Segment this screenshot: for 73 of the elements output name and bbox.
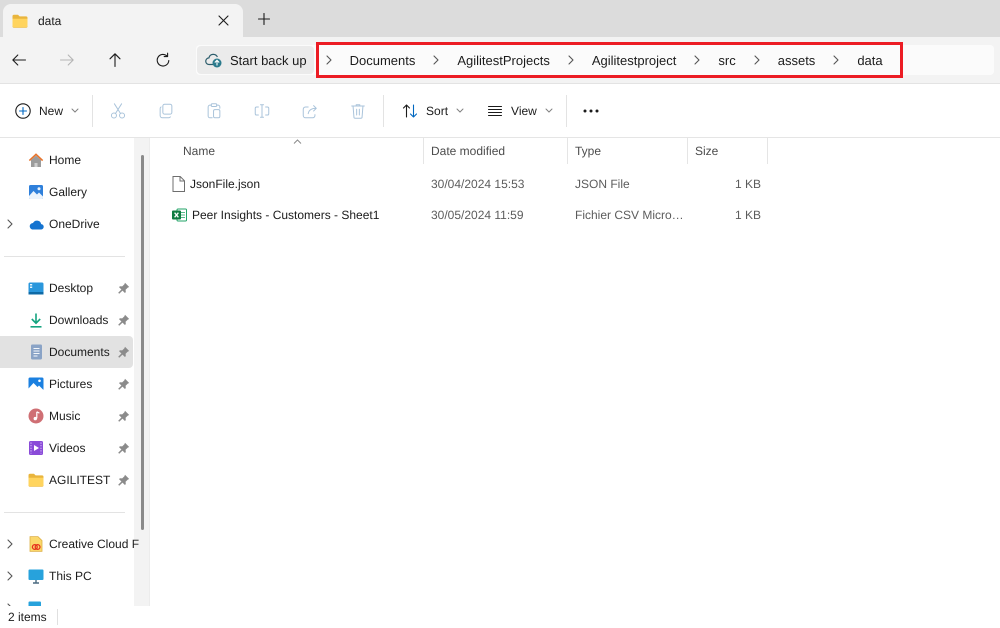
back-arrow-icon xyxy=(11,52,27,68)
chevron-icon xyxy=(568,55,574,65)
sidebar-item[interactable]: Documents xyxy=(0,336,133,368)
image-icon xyxy=(28,184,44,200)
file-size: 1 KB xyxy=(734,176,761,190)
plus-circle-icon xyxy=(15,102,31,118)
plus-icon xyxy=(258,12,270,24)
file-type: Fichier CSV Micro… xyxy=(575,208,684,222)
file-icon xyxy=(172,176,185,192)
ellipsis-icon xyxy=(582,108,599,112)
sidebar-item[interactable]: This PC xyxy=(0,560,133,592)
desktop-icon xyxy=(28,282,44,294)
backup-button[interactable]: Start back up xyxy=(197,46,314,74)
cloud-icon xyxy=(28,218,44,230)
view-button[interactable]: View xyxy=(479,94,561,126)
home-icon xyxy=(28,152,44,168)
chevron-icon xyxy=(694,55,700,65)
rings-file-icon xyxy=(29,536,43,552)
breadcrumb-link[interactable]: assets xyxy=(778,52,816,68)
file-size: 1 KB xyxy=(734,208,761,222)
column-header[interactable]: Name xyxy=(165,138,424,164)
chevron-icon xyxy=(433,55,440,65)
document-icon xyxy=(30,344,42,360)
copy-icon xyxy=(157,102,176,120)
column-header[interactable]: Size xyxy=(688,138,768,164)
sidebar-item[interactable]: Desktop xyxy=(0,272,133,304)
file-name[interactable]: JsonFile.json xyxy=(190,176,260,190)
file-name[interactable]: Peer Insights - Customers - Sheet1 xyxy=(192,208,380,222)
sort-arrows-icon xyxy=(402,102,418,118)
cloud-upload-icon xyxy=(205,52,222,68)
chevron-icon xyxy=(833,55,840,65)
tab[interactable]: data xyxy=(3,4,243,37)
breadcrumb-link[interactable]: AgilitestProjects xyxy=(457,52,550,68)
sidebar-item[interactable]: Pictures xyxy=(0,368,133,400)
file-type: JSON File xyxy=(575,176,630,190)
column-header[interactable]: Date modified xyxy=(424,138,568,164)
image-icon xyxy=(28,377,44,391)
refresh-icon xyxy=(155,52,171,68)
sort-button[interactable]: Sort xyxy=(394,94,472,126)
sidebar-item[interactable]: OneDrive xyxy=(0,208,133,240)
sidebar-item[interactable]: AGILITEST xyxy=(0,464,133,496)
sidebar-item[interactable]: Downloads xyxy=(0,304,133,336)
new-button[interactable]: New xyxy=(7,94,88,126)
sidebar-item[interactable]: Music xyxy=(0,400,133,432)
modified-date: 30/05/2024 11:59 xyxy=(431,208,524,222)
spreadsheet-icon xyxy=(172,208,187,222)
modified-date: 30/04/2024 15:53 xyxy=(431,176,524,190)
item-count: 2 items xyxy=(8,610,47,624)
sidebar-item[interactable]: Gallery xyxy=(0,176,133,208)
column-header[interactable]: Type xyxy=(568,138,688,164)
folder-icon xyxy=(28,473,44,487)
clipboard-icon xyxy=(205,102,224,120)
trash-icon xyxy=(349,102,368,120)
chevron-icon xyxy=(754,55,760,65)
breadcrumb-link[interactable]: Documents xyxy=(350,52,416,68)
scissors-icon xyxy=(109,102,128,120)
address-bar[interactable]: Start back up Documents AgilitestProjects Agilitestproject src assets data xyxy=(196,45,994,75)
monitor-icon xyxy=(28,568,44,584)
folder-icon xyxy=(12,14,28,28)
text-field-icon xyxy=(253,102,272,120)
chevron-icon xyxy=(326,55,332,65)
breadcrumb-link[interactable]: src xyxy=(718,52,736,68)
sidebar-item[interactable]: Videos xyxy=(0,432,133,464)
breadcrumb-link[interactable]: Agilitestproject xyxy=(592,52,676,68)
close-icon xyxy=(218,15,228,26)
breadcrumb-link[interactable]: data xyxy=(857,52,883,68)
up-arrow-icon xyxy=(107,52,123,68)
forward-arrow-icon xyxy=(59,52,75,68)
sidebar-item[interactable]: Home xyxy=(0,144,133,176)
video-icon xyxy=(28,440,44,456)
scrollbar-thumb[interactable] xyxy=(141,155,144,530)
download-icon xyxy=(28,312,44,328)
music-note-icon xyxy=(28,408,44,424)
